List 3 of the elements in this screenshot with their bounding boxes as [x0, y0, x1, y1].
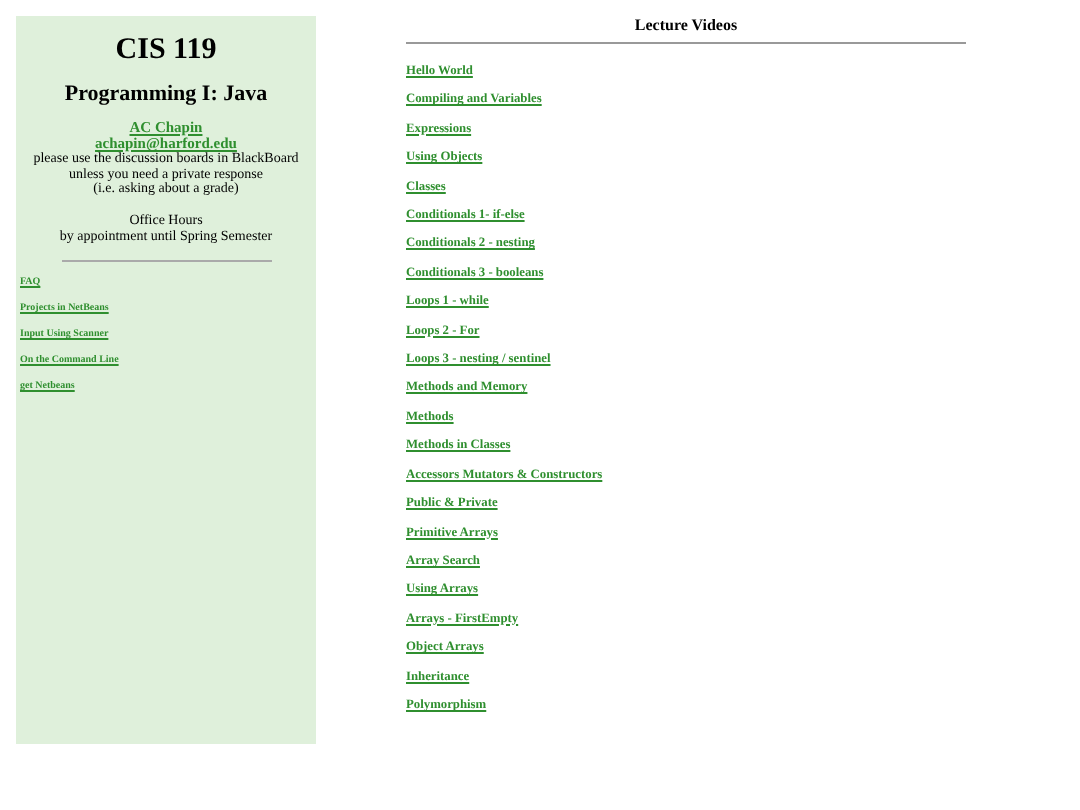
course-title: Programming I: Java — [62, 80, 270, 108]
course-code: CIS 119 — [113, 32, 219, 68]
page-heading: Lecture Videos — [632, 16, 740, 34]
